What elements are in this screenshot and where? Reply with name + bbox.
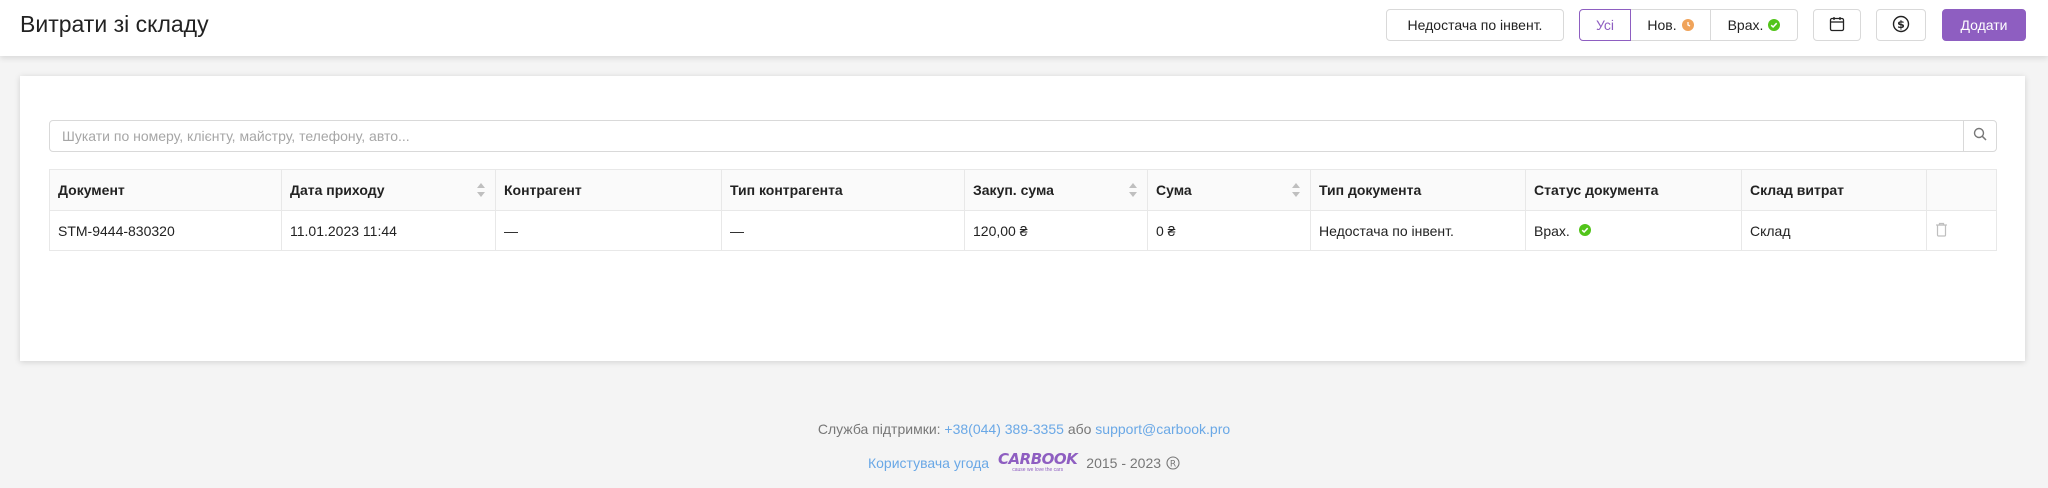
cell-counterparty-type: — (721, 210, 965, 251)
svg-text:R: R (1170, 459, 1176, 469)
col-date-label: Дата приходу (290, 182, 385, 198)
status-filter: Усі Нов. Врах. (1579, 9, 1798, 41)
check-icon (1578, 223, 1591, 236)
status-label: Врах. (1534, 222, 1570, 239)
sort-icon[interactable] (1129, 183, 1137, 197)
search-button[interactable] (1963, 121, 1996, 151)
table-row[interactable]: STM-9444-830320 11.01.2023 11:44 — — 120… (49, 210, 1997, 251)
check-icon (1768, 19, 1781, 31)
logo-text: CARBOOK (998, 450, 1078, 468)
expenses-table: Документ Дата приходу Контрагент Тип кон… (49, 169, 1997, 251)
filter-new-label: Нов. (1647, 17, 1677, 33)
col-document-label: Документ (58, 182, 125, 198)
col-counterparty-type-label: Тип контрагента (730, 182, 843, 198)
support-label: Служба підтримки: (817, 421, 941, 437)
logo-tagline: cause we love the cars (1012, 467, 1064, 473)
cell-sum: 0 ₴ (1147, 210, 1311, 251)
col-document: Документ (49, 169, 282, 211)
footer-legal: Користувача угода CARBOOK cause we love … (0, 452, 2048, 473)
registered-icon: R (1166, 455, 1180, 470)
cell-warehouse: Склад (1741, 210, 1927, 251)
cell-counterparty: — (495, 210, 722, 251)
page-title: Витрати зі складу (20, 11, 209, 37)
table-header-row: Документ Дата приходу Контрагент Тип кон… (49, 169, 1997, 211)
expenses-card: Документ Дата приходу Контрагент Тип кон… (20, 76, 2025, 361)
col-purchase-sum[interactable]: Закуп. сума (964, 169, 1148, 211)
clock-icon (1681, 19, 1694, 31)
filter-all-label: Усі (1595, 17, 1615, 33)
filter-accounted-label: Врах. (1727, 17, 1764, 33)
filter-accounted-button[interactable]: Врах. (1711, 9, 1798, 41)
cell-purchase-sum: 120,00 ₴ (964, 210, 1148, 251)
carbook-logo: CARBOOK cause we love the cars (998, 450, 1078, 473)
cell-doc-type: Недостача по інвент. (1310, 210, 1526, 251)
col-doc-type: Тип документа (1310, 169, 1526, 211)
cell-status: Врах. (1525, 210, 1742, 251)
support-phone-link[interactable]: +38(044) 389-3355 (944, 421, 1064, 437)
col-doc-type-label: Тип документа (1319, 182, 1422, 198)
trash-icon[interactable] (1935, 222, 1948, 240)
header: Витрати зі складу Недостача по інвент. У… (0, 0, 2048, 56)
footer-support: Служба підтримки: +38(044) 389-3355 або … (0, 421, 2048, 437)
sort-icon[interactable] (477, 183, 485, 197)
col-counterparty: Контрагент (495, 169, 722, 211)
inventory-shortage-button[interactable]: Недостача по інвент. (1386, 9, 1564, 41)
footer-or: або (1067, 421, 1092, 437)
search-bar (49, 120, 1997, 152)
col-status-label: Статус документа (1534, 182, 1659, 198)
cell-date: 11.01.2023 11:44 (281, 210, 496, 251)
calendar-button[interactable] (1813, 9, 1861, 41)
filter-all-button[interactable]: Усі (1579, 9, 1631, 41)
currency-button[interactable]: $ (1876, 9, 1926, 41)
cell-actions (1926, 210, 1997, 251)
col-status: Статус документа (1525, 169, 1742, 211)
col-warehouse-label: Склад витрат (1750, 182, 1845, 198)
search-input[interactable] (50, 121, 1955, 151)
sort-icon[interactable] (1292, 183, 1300, 197)
filter-new-button[interactable]: Нов. (1631, 9, 1711, 41)
dollar-icon: $ (1892, 15, 1910, 36)
col-sum-label: Сума (1156, 182, 1192, 198)
col-date[interactable]: Дата приходу (281, 169, 496, 211)
search-icon (1973, 127, 1987, 146)
cell-document[interactable]: STM-9444-830320 (49, 210, 282, 251)
calendar-icon (1829, 16, 1845, 35)
col-sum[interactable]: Сума (1147, 169, 1311, 211)
col-counterparty-label: Контрагент (504, 182, 582, 198)
svg-text:$: $ (1897, 18, 1905, 31)
col-counterparty-type: Тип контрагента (721, 169, 965, 211)
col-purchase-sum-label: Закуп. сума (973, 182, 1054, 198)
support-email-link[interactable]: support@carbook.pro (1095, 421, 1230, 437)
col-warehouse: Склад витрат (1741, 169, 1927, 211)
col-actions (1926, 169, 1997, 211)
footer-years: 2015 - 2023 (1086, 454, 1162, 471)
add-button[interactable]: Додати (1942, 9, 2026, 41)
user-agreement-link[interactable]: Користувача угода (868, 455, 989, 471)
